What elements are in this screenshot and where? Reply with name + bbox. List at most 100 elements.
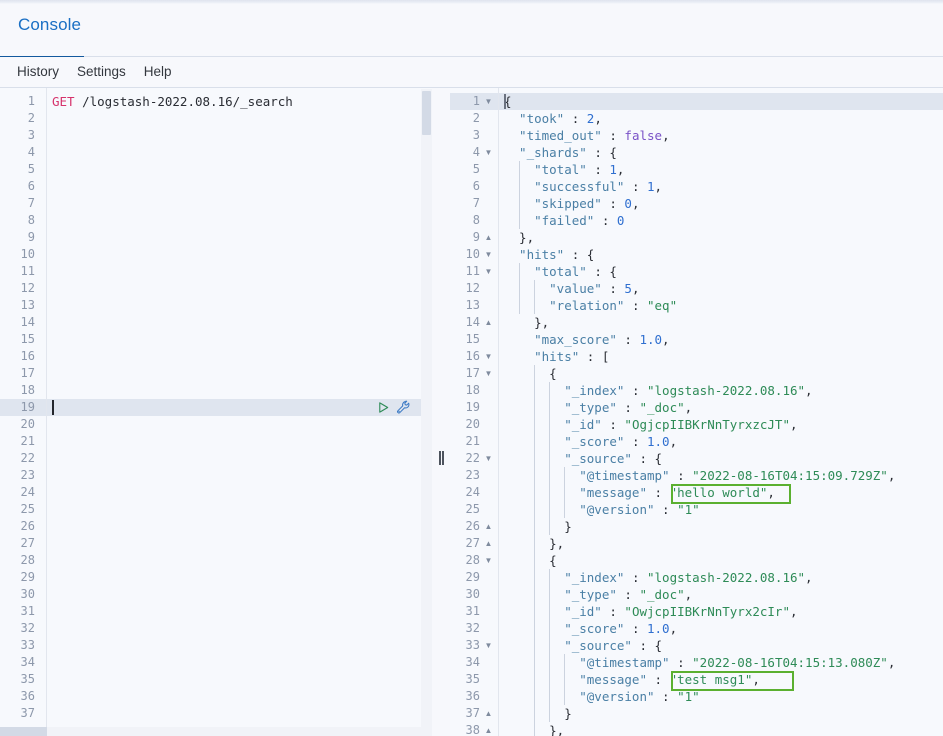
code-row[interactable]: },	[499, 722, 943, 736]
gutter-row[interactable]: 35	[450, 671, 498, 688]
code-row[interactable]	[47, 535, 432, 552]
code-row[interactable]	[47, 705, 432, 722]
code-row[interactable]: },	[499, 229, 943, 246]
code-row[interactable]: "@timestamp" : "2022-08-16T04:15:09.729Z…	[499, 467, 943, 484]
code-row[interactable]	[47, 603, 432, 620]
request-code-area[interactable]: GET /logstash-2022.08.16/_search	[47, 88, 432, 736]
code-row[interactable]	[47, 501, 432, 518]
code-row[interactable]: "@version" : "1"	[499, 688, 943, 705]
code-row[interactable]: },	[499, 535, 943, 552]
code-row[interactable]: "_type" : "_doc",	[499, 586, 943, 603]
code-row[interactable]: {	[499, 365, 943, 382]
code-row[interactable]	[47, 212, 432, 229]
code-row[interactable]	[47, 399, 432, 416]
gutter-row[interactable]: 23	[0, 467, 46, 484]
gutter-row[interactable]: 33▼	[450, 637, 498, 654]
fold-down-icon[interactable]: ▼	[484, 637, 493, 654]
fold-down-icon[interactable]: ▼	[484, 450, 493, 467]
fold-down-icon[interactable]: ▼	[484, 552, 493, 569]
code-row[interactable]	[47, 263, 432, 280]
code-row[interactable]	[47, 314, 432, 331]
gutter-row[interactable]: 3	[0, 127, 46, 144]
code-row[interactable]: "hits" : [	[499, 348, 943, 365]
gutter-row[interactable]: 9▲	[450, 229, 498, 246]
gutter-row[interactable]: 17	[0, 365, 46, 382]
gutter-row[interactable]: 20	[450, 416, 498, 433]
code-row[interactable]	[47, 382, 432, 399]
code-row[interactable]: "value" : 5,	[499, 280, 943, 297]
gutter-row[interactable]: 18	[0, 382, 46, 399]
gutter-row[interactable]: 2	[450, 110, 498, 127]
code-row[interactable]	[47, 178, 432, 195]
editor-splitter[interactable]	[433, 88, 450, 736]
gutter-row[interactable]: 12	[0, 280, 46, 297]
fold-down-icon[interactable]: ▼	[484, 93, 493, 110]
code-row[interactable]: "_score" : 1.0,	[499, 433, 943, 450]
code-row[interactable]	[47, 586, 432, 603]
fold-up-icon[interactable]: ▲	[484, 518, 493, 535]
fold-down-icon[interactable]: ▼	[484, 348, 493, 365]
gutter-row[interactable]: 11	[0, 263, 46, 280]
code-row[interactable]: {	[499, 93, 943, 110]
gutter-row[interactable]: 37▲	[450, 705, 498, 722]
gutter-row[interactable]: 4▼	[450, 144, 498, 161]
code-row[interactable]: "hits" : {	[499, 246, 943, 263]
fold-down-icon[interactable]: ▼	[484, 144, 493, 161]
request-editor-pane[interactable]: 1234567891011121314151617181920212223242…	[0, 88, 432, 736]
code-row[interactable]	[47, 467, 432, 484]
code-row[interactable]: }	[499, 518, 943, 535]
gutter-row[interactable]: 14▲	[450, 314, 498, 331]
code-row[interactable]: "_score" : 1.0,	[499, 620, 943, 637]
code-row[interactable]	[47, 569, 432, 586]
response-editor-pane[interactable]: 1▼234▼56789▲10▼11▼121314▲1516▼17▼1819202…	[450, 88, 943, 736]
gutter-row[interactable]: 32	[450, 620, 498, 637]
gutter-row[interactable]: 1	[0, 93, 46, 110]
gutter-row[interactable]: 6	[0, 178, 46, 195]
gutter-row[interactable]: 22	[0, 450, 46, 467]
request-horizontal-scrollbar[interactable]	[0, 727, 432, 736]
code-row[interactable]: "total" : {	[499, 263, 943, 280]
code-row[interactable]	[47, 348, 432, 365]
gutter-row[interactable]: 25	[450, 501, 498, 518]
gutter-row[interactable]: 29	[0, 569, 46, 586]
code-row[interactable]: },	[499, 314, 943, 331]
gutter-row[interactable]: 7	[450, 195, 498, 212]
code-row[interactable]: "_index" : "logstash-2022.08.16",	[499, 382, 943, 399]
code-row[interactable]: {	[499, 552, 943, 569]
gutter-row[interactable]: 33	[0, 637, 46, 654]
code-row[interactable]: "failed" : 0	[499, 212, 943, 229]
gutter-row[interactable]: 1▼	[450, 93, 498, 110]
code-row[interactable]: "_shards" : {	[499, 144, 943, 161]
gutter-row[interactable]: 35	[0, 671, 46, 688]
gutter-row[interactable]: 20	[0, 416, 46, 433]
code-row[interactable]: "_source" : {	[499, 637, 943, 654]
gutter-row[interactable]: 10▼	[450, 246, 498, 263]
gutter-row[interactable]: 16▼	[450, 348, 498, 365]
code-row[interactable]: "_type" : "_doc",	[499, 399, 943, 416]
gutter-row[interactable]: 11▼	[450, 263, 498, 280]
code-row[interactable]	[47, 671, 432, 688]
code-row[interactable]	[47, 518, 432, 535]
gutter-row[interactable]: 30	[0, 586, 46, 603]
request-vertical-scrollbar[interactable]	[421, 89, 432, 729]
code-row[interactable]: "_id" : "OwjcpIIBKrNnTyrx2cIr",	[499, 603, 943, 620]
gutter-row[interactable]: 36	[450, 688, 498, 705]
gutter-row[interactable]: 15	[450, 331, 498, 348]
request-vertical-scroll-thumb[interactable]	[422, 91, 431, 135]
gutter-row[interactable]: 15	[0, 331, 46, 348]
code-row[interactable]: GET /logstash-2022.08.16/_search	[47, 93, 432, 110]
gutter-row[interactable]: 22▼	[450, 450, 498, 467]
gutter-row[interactable]: 31	[450, 603, 498, 620]
fold-up-icon[interactable]: ▲	[484, 722, 493, 736]
gutter-row[interactable]: 26	[0, 518, 46, 535]
request-action-icons[interactable]	[377, 399, 411, 416]
menu-item-history[interactable]: History	[8, 60, 68, 84]
gutter-row[interactable]: 30	[450, 586, 498, 603]
gutter-row[interactable]: 29	[450, 569, 498, 586]
code-row[interactable]	[47, 654, 432, 671]
gutter-row[interactable]: 10	[0, 246, 46, 263]
gutter-row[interactable]: 12	[450, 280, 498, 297]
gutter-row[interactable]: 8	[450, 212, 498, 229]
request-gutter[interactable]: 1234567891011121314151617181920212223242…	[0, 88, 47, 736]
gutter-row[interactable]: 34	[0, 654, 46, 671]
